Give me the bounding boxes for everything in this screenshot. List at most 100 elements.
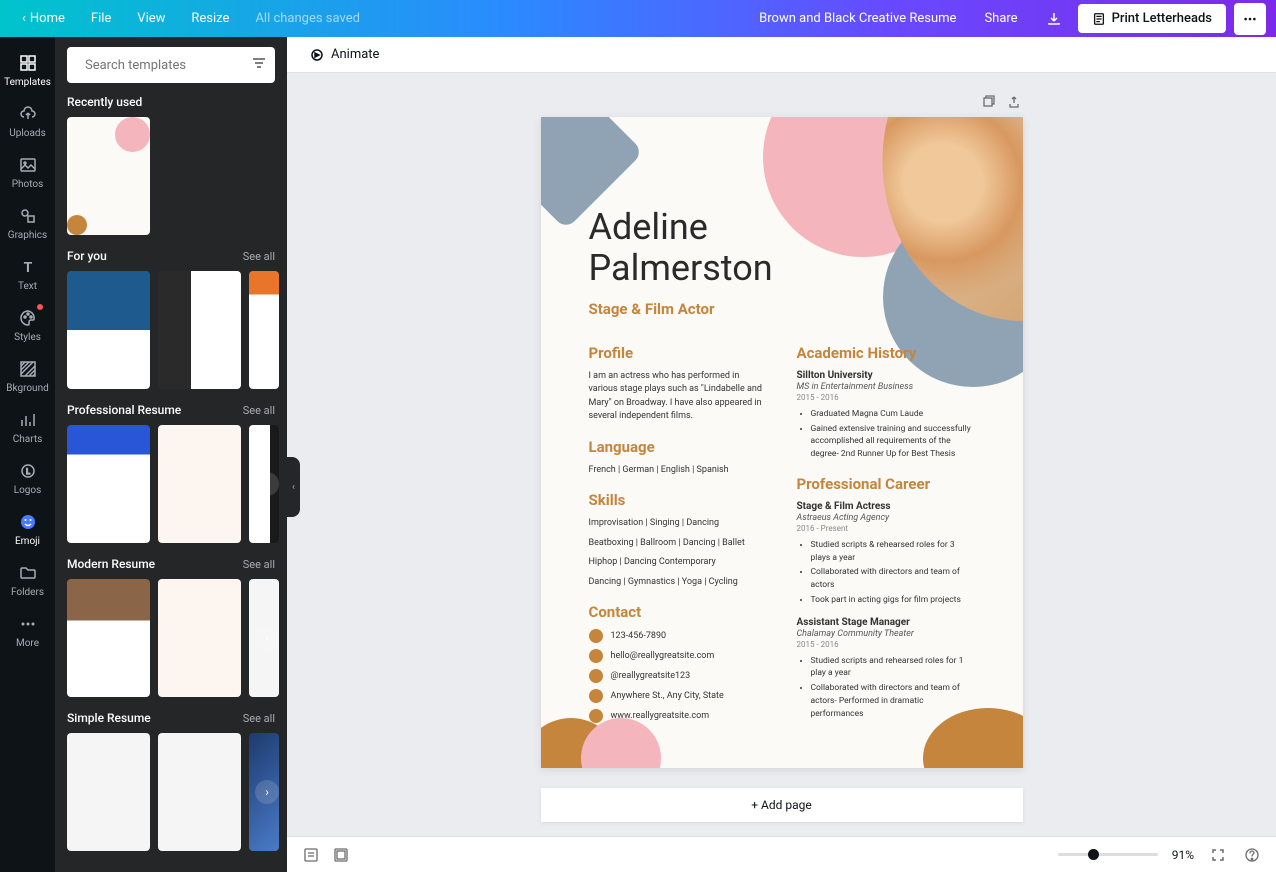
- print-button[interactable]: Print Letterheads: [1078, 4, 1226, 33]
- zoom-slider[interactable]: [1058, 853, 1158, 856]
- template-thumb[interactable]: [158, 733, 241, 851]
- save-status: All changes saved: [243, 5, 372, 32]
- handle-icon: [589, 669, 603, 683]
- help-icon[interactable]: [1242, 845, 1262, 865]
- more-horizontal-icon: [1243, 12, 1257, 26]
- collapse-panel-button[interactable]: ‹: [287, 457, 300, 517]
- add-page-button[interactable]: + Add page: [541, 788, 1023, 822]
- profile-text: I am an actress who has performed in var…: [589, 370, 767, 424]
- logo-icon: L: [18, 461, 38, 481]
- email-icon: [589, 649, 603, 663]
- search-input-wrap: [67, 47, 275, 83]
- resize-menu[interactable]: Resize: [179, 5, 241, 32]
- cloud-upload-icon: [18, 104, 38, 124]
- job-bullet: Collaborated with directors and team of …: [811, 566, 975, 592]
- job-bullet: Took part in acting gigs for film projec…: [811, 594, 975, 607]
- template-thumb[interactable]: [158, 425, 241, 543]
- globe-icon: [589, 709, 603, 723]
- academic-heading: Academic History: [797, 344, 975, 362]
- filter-icon[interactable]: [251, 55, 267, 75]
- section-professional-title: Professional Resume: [67, 403, 181, 417]
- photo-icon: [18, 155, 38, 175]
- template-thumb[interactable]: [67, 117, 150, 235]
- rail-logos[interactable]: LLogos: [0, 453, 55, 504]
- text-icon: T: [18, 257, 38, 277]
- search-input[interactable]: [85, 58, 251, 73]
- animate-button[interactable]: Animate: [301, 43, 387, 67]
- template-thumb[interactable]: [158, 579, 241, 697]
- contact-handle: @reallygreatsite123: [611, 671, 691, 681]
- more-horizontal-icon: [18, 614, 38, 634]
- share-page-icon[interactable]: [1005, 93, 1023, 111]
- job-dates: 2016 - Present: [797, 524, 975, 533]
- rail-uploads[interactable]: Uploads: [0, 96, 55, 147]
- notes-icon[interactable]: [301, 845, 321, 865]
- job-company: Chalamay Community Theater: [797, 629, 975, 639]
- section-simple-title: Simple Resume: [67, 711, 151, 725]
- job-dates: 2015 - 2016: [797, 640, 975, 649]
- rail-text[interactable]: TText: [0, 249, 55, 300]
- next-arrow[interactable]: ›: [255, 318, 279, 342]
- template-thumb[interactable]: [67, 579, 150, 697]
- resume-role: Stage & Film Actor: [589, 300, 975, 318]
- animate-icon: [309, 47, 325, 63]
- template-thumb[interactable]: [67, 425, 150, 543]
- rail-emoji[interactable]: Emoji: [0, 504, 55, 555]
- fullscreen-icon[interactable]: [1208, 845, 1228, 865]
- template-thumb[interactable]: [158, 271, 241, 389]
- view-menu[interactable]: View: [125, 5, 177, 32]
- rail-folders[interactable]: Folders: [0, 555, 55, 606]
- skills-text: Dancing | Gymnastics | Yoga | Cycling: [589, 576, 767, 590]
- duplicate-page-icon[interactable]: [979, 93, 997, 111]
- job-bullet: Studied scripts & rehearsed roles for 3 …: [811, 539, 975, 565]
- career-heading: Professional Career: [797, 475, 975, 493]
- download-icon[interactable]: [1038, 3, 1070, 35]
- section-foryou-title: For you: [67, 249, 107, 263]
- next-arrow[interactable]: ›: [255, 626, 279, 650]
- see-all-link[interactable]: See all: [243, 404, 275, 417]
- file-menu[interactable]: File: [79, 5, 123, 32]
- zoom-percent[interactable]: 91%: [1172, 848, 1194, 862]
- document-title[interactable]: Brown and Black Creative Resume: [759, 11, 956, 26]
- language-text: French | German | English | Spanish: [589, 464, 767, 478]
- next-arrow[interactable]: ›: [255, 472, 279, 496]
- rail-more[interactable]: More: [0, 606, 55, 657]
- academic-bullet: Graduated Magna Cum Laude: [811, 408, 975, 421]
- contact-address: Anywhere St., Any City, State: [611, 691, 724, 701]
- more-button[interactable]: [1234, 3, 1266, 35]
- canvas-toolbar: Animate: [287, 37, 1276, 73]
- contact-web: www.reallygreatsite.com: [611, 711, 710, 721]
- template-thumb[interactable]: [67, 733, 150, 851]
- job-bullet: Studied scripts and rehearsed roles for …: [811, 655, 975, 681]
- background-icon: [18, 359, 38, 379]
- document-icon: [1092, 12, 1106, 26]
- skills-text: Beatboxing | Ballroom | Dancing | Ballet: [589, 537, 767, 551]
- see-all-link[interactable]: See all: [243, 558, 275, 571]
- academic-school: Sillton University: [797, 370, 975, 381]
- resume-page[interactable]: AdelinePalmerston Stage & Film Actor Pro…: [541, 117, 1023, 768]
- shapes-icon: [18, 206, 38, 226]
- template-thumb[interactable]: [67, 271, 150, 389]
- skills-heading: Skills: [589, 491, 767, 509]
- duration-icon[interactable]: [331, 845, 351, 865]
- rail-background[interactable]: Bkground: [0, 351, 55, 402]
- emoji-icon: [18, 512, 38, 532]
- phone-icon: [589, 629, 603, 643]
- rail-styles[interactable]: Styles: [0, 300, 55, 351]
- section-modern-title: Modern Resume: [67, 557, 155, 571]
- home-button[interactable]: ‹Home: [10, 5, 77, 32]
- see-all-link[interactable]: See all: [243, 712, 275, 725]
- share-button[interactable]: Share: [972, 5, 1029, 32]
- profile-heading: Profile: [589, 344, 767, 362]
- left-rail: Templates Uploads Photos Graphics TText …: [0, 37, 55, 872]
- top-toolbar: ‹Home File View Resize All changes saved…: [0, 0, 1276, 37]
- rail-charts[interactable]: Charts: [0, 402, 55, 453]
- next-arrow[interactable]: ›: [255, 780, 279, 804]
- academic-degree: MS in Entertainment Business: [797, 382, 975, 392]
- contact-heading: Contact: [589, 603, 767, 621]
- see-all-link[interactable]: See all: [243, 250, 275, 263]
- rail-photos[interactable]: Photos: [0, 147, 55, 198]
- rail-templates[interactable]: Templates: [0, 45, 55, 96]
- rail-graphics[interactable]: Graphics: [0, 198, 55, 249]
- academic-bullet: Gained extensive training and successful…: [811, 423, 975, 461]
